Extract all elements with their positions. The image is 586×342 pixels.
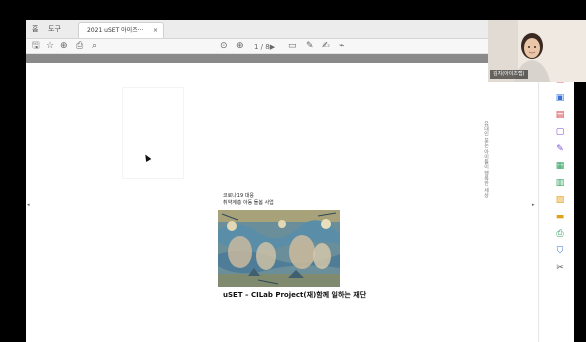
- tab-close-icon[interactable]: ×: [153, 23, 158, 38]
- fill-sign-icon[interactable]: ✎: [555, 144, 565, 154]
- edit-pdf-icon[interactable]: ▢: [555, 127, 565, 137]
- next-page-icon[interactable]: ⊕: [236, 40, 244, 52]
- heading-line-1: 코로나19 대응: [223, 193, 254, 199]
- vertical-watermark-text: 유대인 모든 아이들이 행복한 세상: [483, 121, 489, 198]
- more-tools-icon[interactable]: ✂: [555, 263, 565, 273]
- artwork-caption: uSET – CILab Project(재)함께 일하는 재단: [223, 291, 367, 299]
- comment-icon[interactable]: ▭: [288, 40, 297, 52]
- right-tools-panel: ⇲ ▣ ▤ ▢ ✎ ▦ ▥ ▧ ▬ ⎙ ⛉ ✂: [538, 63, 574, 342]
- right-scroll-arrow-icon[interactable]: ▸: [532, 202, 535, 208]
- previous-page-icon[interactable]: ⊙: [220, 40, 228, 52]
- document-page: 코로나19 대응 취약계층 아동 돌봄 사업 uSET – CILab Proj…: [26, 63, 538, 342]
- video-call-overlay[interactable]: 김지(아이즈랩): [488, 20, 586, 82]
- compress-pdf-icon[interactable]: ▧: [555, 195, 565, 205]
- heading-line-2: 취약계층 아동 돌봄 사업: [223, 200, 274, 206]
- left-scroll-arrow-icon[interactable]: ◂: [27, 202, 30, 208]
- menu-home[interactable]: 홈: [32, 24, 38, 34]
- document-tab[interactable]: 2021 uSET 아이즈··· ×: [78, 22, 164, 38]
- faint-content-block: [122, 87, 184, 179]
- page-number-indicator[interactable]: 1 / 8▶: [254, 41, 275, 53]
- protect-icon[interactable]: ⛉: [555, 246, 565, 256]
- menu-tools[interactable]: 도구: [48, 24, 61, 34]
- print-icon[interactable]: ⎙: [76, 40, 83, 52]
- save-icon[interactable]: 🖫: [32, 40, 40, 52]
- participant-name-label: 김지(아이즈랩): [490, 70, 528, 79]
- artwork-image: [218, 210, 340, 287]
- scan-ocr-icon[interactable]: ▥: [555, 178, 565, 188]
- sign-icon[interactable]: ⌁: [339, 40, 344, 52]
- bookmark-star-icon[interactable]: ☆: [46, 40, 54, 52]
- combine-files-icon[interactable]: ▤: [555, 110, 565, 120]
- cloud-upload-icon[interactable]: ⊕: [60, 40, 68, 52]
- pen-icon[interactable]: ✎: [306, 40, 314, 52]
- zoom-search-icon[interactable]: ⌕: [92, 40, 97, 52]
- highlight-icon[interactable]: ✍: [322, 40, 330, 52]
- organize-pages-icon[interactable]: ▦: [555, 161, 565, 171]
- tab-title: 2021 uSET 아이즈···: [87, 27, 144, 34]
- artwork-illustration: [218, 210, 340, 287]
- document-heading: 코로나19 대응 취약계층 아동 돌봄 사업: [223, 193, 274, 207]
- print-production-icon[interactable]: ⎙: [555, 229, 565, 239]
- create-pdf-icon[interactable]: ▣: [555, 93, 565, 103]
- comment-tool-icon[interactable]: ▬: [555, 212, 565, 222]
